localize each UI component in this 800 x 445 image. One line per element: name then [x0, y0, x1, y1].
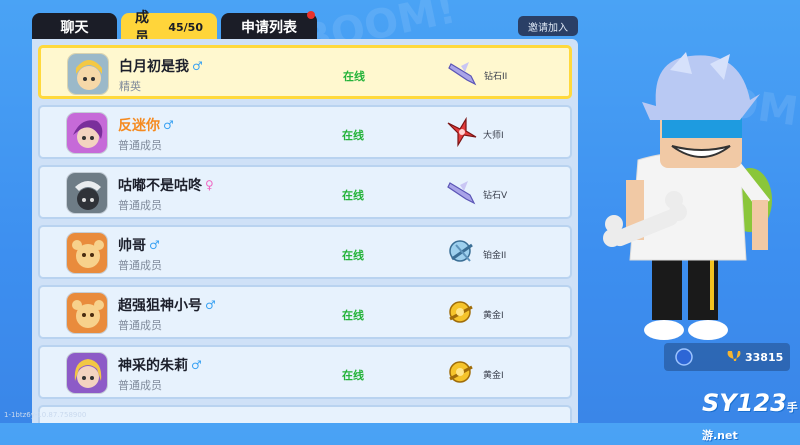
member-row[interactable] [38, 405, 572, 423]
online-status: 在线 [343, 70, 365, 83]
member-name: 帅哥 ♂ [118, 238, 160, 254]
avatar[interactable] [67, 53, 109, 95]
member-list[interactable]: 白月初是我 ♂ 精英 在线 钻石II 反迷你 ♂ 普通成员 在线 大师I 咕嘟不… [32, 39, 578, 423]
avatar[interactable] [66, 172, 108, 214]
rank-label: 大师I [483, 131, 504, 141]
member-role: 普通成员 [118, 259, 162, 272]
female-icon: ♀ [205, 178, 214, 192]
member-name: 咕嘟不是咕咚 ♀ [118, 178, 214, 194]
member-name: 反迷你 ♂ [118, 118, 174, 134]
rank-label: 黄金I [483, 371, 504, 381]
player-character [590, 50, 790, 350]
uid-text: 1-1btz6y-10.87.758900 [4, 411, 87, 419]
male-icon: ♂ [163, 118, 174, 132]
watermark-logo: SY123手游.net [702, 389, 798, 442]
tab-applications[interactable]: 申请列表 [221, 11, 317, 41]
online-status: 在线 [342, 189, 364, 202]
member-row[interactable]: 超强狙神小号 ♂ 普通成员 在线 黄金I [38, 285, 572, 339]
member-role: 精英 [119, 80, 141, 93]
member-role: 普通成员 [118, 319, 162, 332]
member-name: 白月初是我 ♂ [119, 59, 203, 75]
member-role: 普通成员 [118, 379, 162, 392]
avatar[interactable] [66, 292, 108, 334]
member-role: 普通成员 [118, 199, 162, 212]
male-icon: ♂ [149, 238, 160, 252]
member-row[interactable]: 帅哥 ♂ 普通成员 在线 铂金II [38, 225, 572, 279]
male-icon: ♂ [191, 358, 202, 372]
diamond-rank-icon [446, 177, 478, 207]
tab-chat[interactable]: 聊天 [32, 13, 117, 41]
male-icon: ♂ [205, 298, 216, 312]
avatar[interactable] [66, 112, 108, 154]
gold-rank-icon [446, 357, 478, 387]
invite-button[interactable]: 邀请加入 [518, 16, 578, 36]
rank-label: 铂金II [483, 251, 507, 261]
member-row[interactable]: 白月初是我 ♂ 精英 在线 钻石II [38, 45, 572, 99]
online-status: 在线 [342, 129, 364, 142]
notification-dot [307, 11, 315, 19]
online-status: 在线 [342, 249, 364, 262]
avatar[interactable] [66, 352, 108, 394]
rank-label: 钻石II [484, 72, 508, 82]
member-row[interactable]: 咕嘟不是咕咚 ♀ 普通成员 在线 钻石V [38, 165, 572, 219]
member-name: 神采的朱莉 ♂ [118, 358, 202, 374]
platinum-rank-icon [446, 237, 478, 267]
member-count: 45/50 [168, 20, 203, 34]
member-name: 超强狙神小号 ♂ [118, 298, 216, 314]
gold-rank-icon [446, 297, 478, 327]
master-rank-icon [446, 116, 478, 148]
avatar[interactable] [66, 232, 108, 274]
rank-label: 黄金I [483, 311, 504, 321]
trophy-count: 33815 [745, 351, 784, 364]
diamond-rank-icon [447, 58, 479, 88]
member-role: 普通成员 [118, 139, 162, 152]
rank-label: 钻石V [483, 191, 508, 201]
member-row[interactable]: 神采的朱莉 ♂ 普通成员 在线 黄金I [38, 345, 572, 399]
online-status: 在线 [342, 369, 364, 382]
online-status: 在线 [342, 309, 364, 322]
tab-bar: 聊天 成员 45/50 申请列表 [32, 10, 317, 46]
member-row[interactable]: 反迷你 ♂ 普通成员 在线 大师I [38, 105, 572, 159]
male-icon: ♂ [192, 59, 203, 73]
tab-members[interactable]: 成员 45/50 [121, 10, 217, 46]
